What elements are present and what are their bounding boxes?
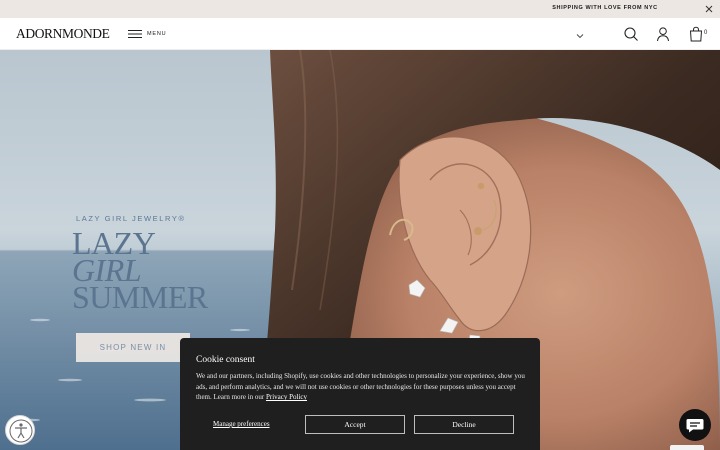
hero-title: LAZY GIRL SUMMER <box>72 227 208 315</box>
close-icon[interactable] <box>702 2 716 16</box>
search-icon[interactable] <box>623 26 639 42</box>
announcement-text: SHIPPING WITH LOVE FROM NYC <box>552 5 658 11</box>
chat-button[interactable] <box>679 409 711 441</box>
hero-title-line-3: SUMMER <box>72 279 208 315</box>
cart-count: 0 <box>704 30 708 36</box>
menu-button[interactable]: MENU <box>128 27 166 41</box>
cookie-body-text: We and our partners, including Shopify, … <box>196 372 525 402</box>
accessibility-button[interactable] <box>5 415 35 445</box>
cookie-title: Cookie consent <box>196 355 255 365</box>
hero-kicker: LAZY GIRL JEWELRY® <box>76 214 186 223</box>
hamburger-icon <box>128 30 142 38</box>
brand-logo[interactable]: ADORNMONDE <box>16 26 110 42</box>
privacy-policy-link[interactable]: Privacy Policy <box>266 393 307 401</box>
site-header: ADORNMONDE MENU 0 <box>0 18 720 50</box>
chat-icon <box>686 419 704 433</box>
user-icon[interactable] <box>655 26 671 42</box>
menu-label: MENU <box>147 31 167 37</box>
bag-icon[interactable] <box>688 26 704 42</box>
shop-new-in-button[interactable]: SHOP NEW IN <box>76 333 190 362</box>
cookie-consent-dialog: Cookie consent We and our partners, incl… <box>180 338 540 450</box>
accessibility-icon <box>9 419 33 443</box>
chevron-down-icon[interactable] <box>576 32 584 40</box>
announcement-bar: SHIPPING WITH LOVE FROM NYC <box>0 0 720 18</box>
accept-button[interactable]: Accept <box>305 415 405 434</box>
floating-tab[interactable] <box>670 445 704 450</box>
cookie-body: We and our partners, including Shopify, … <box>196 371 526 403</box>
decline-button[interactable]: Decline <box>414 415 514 434</box>
manage-preferences-link[interactable]: Manage preferences <box>213 420 270 428</box>
